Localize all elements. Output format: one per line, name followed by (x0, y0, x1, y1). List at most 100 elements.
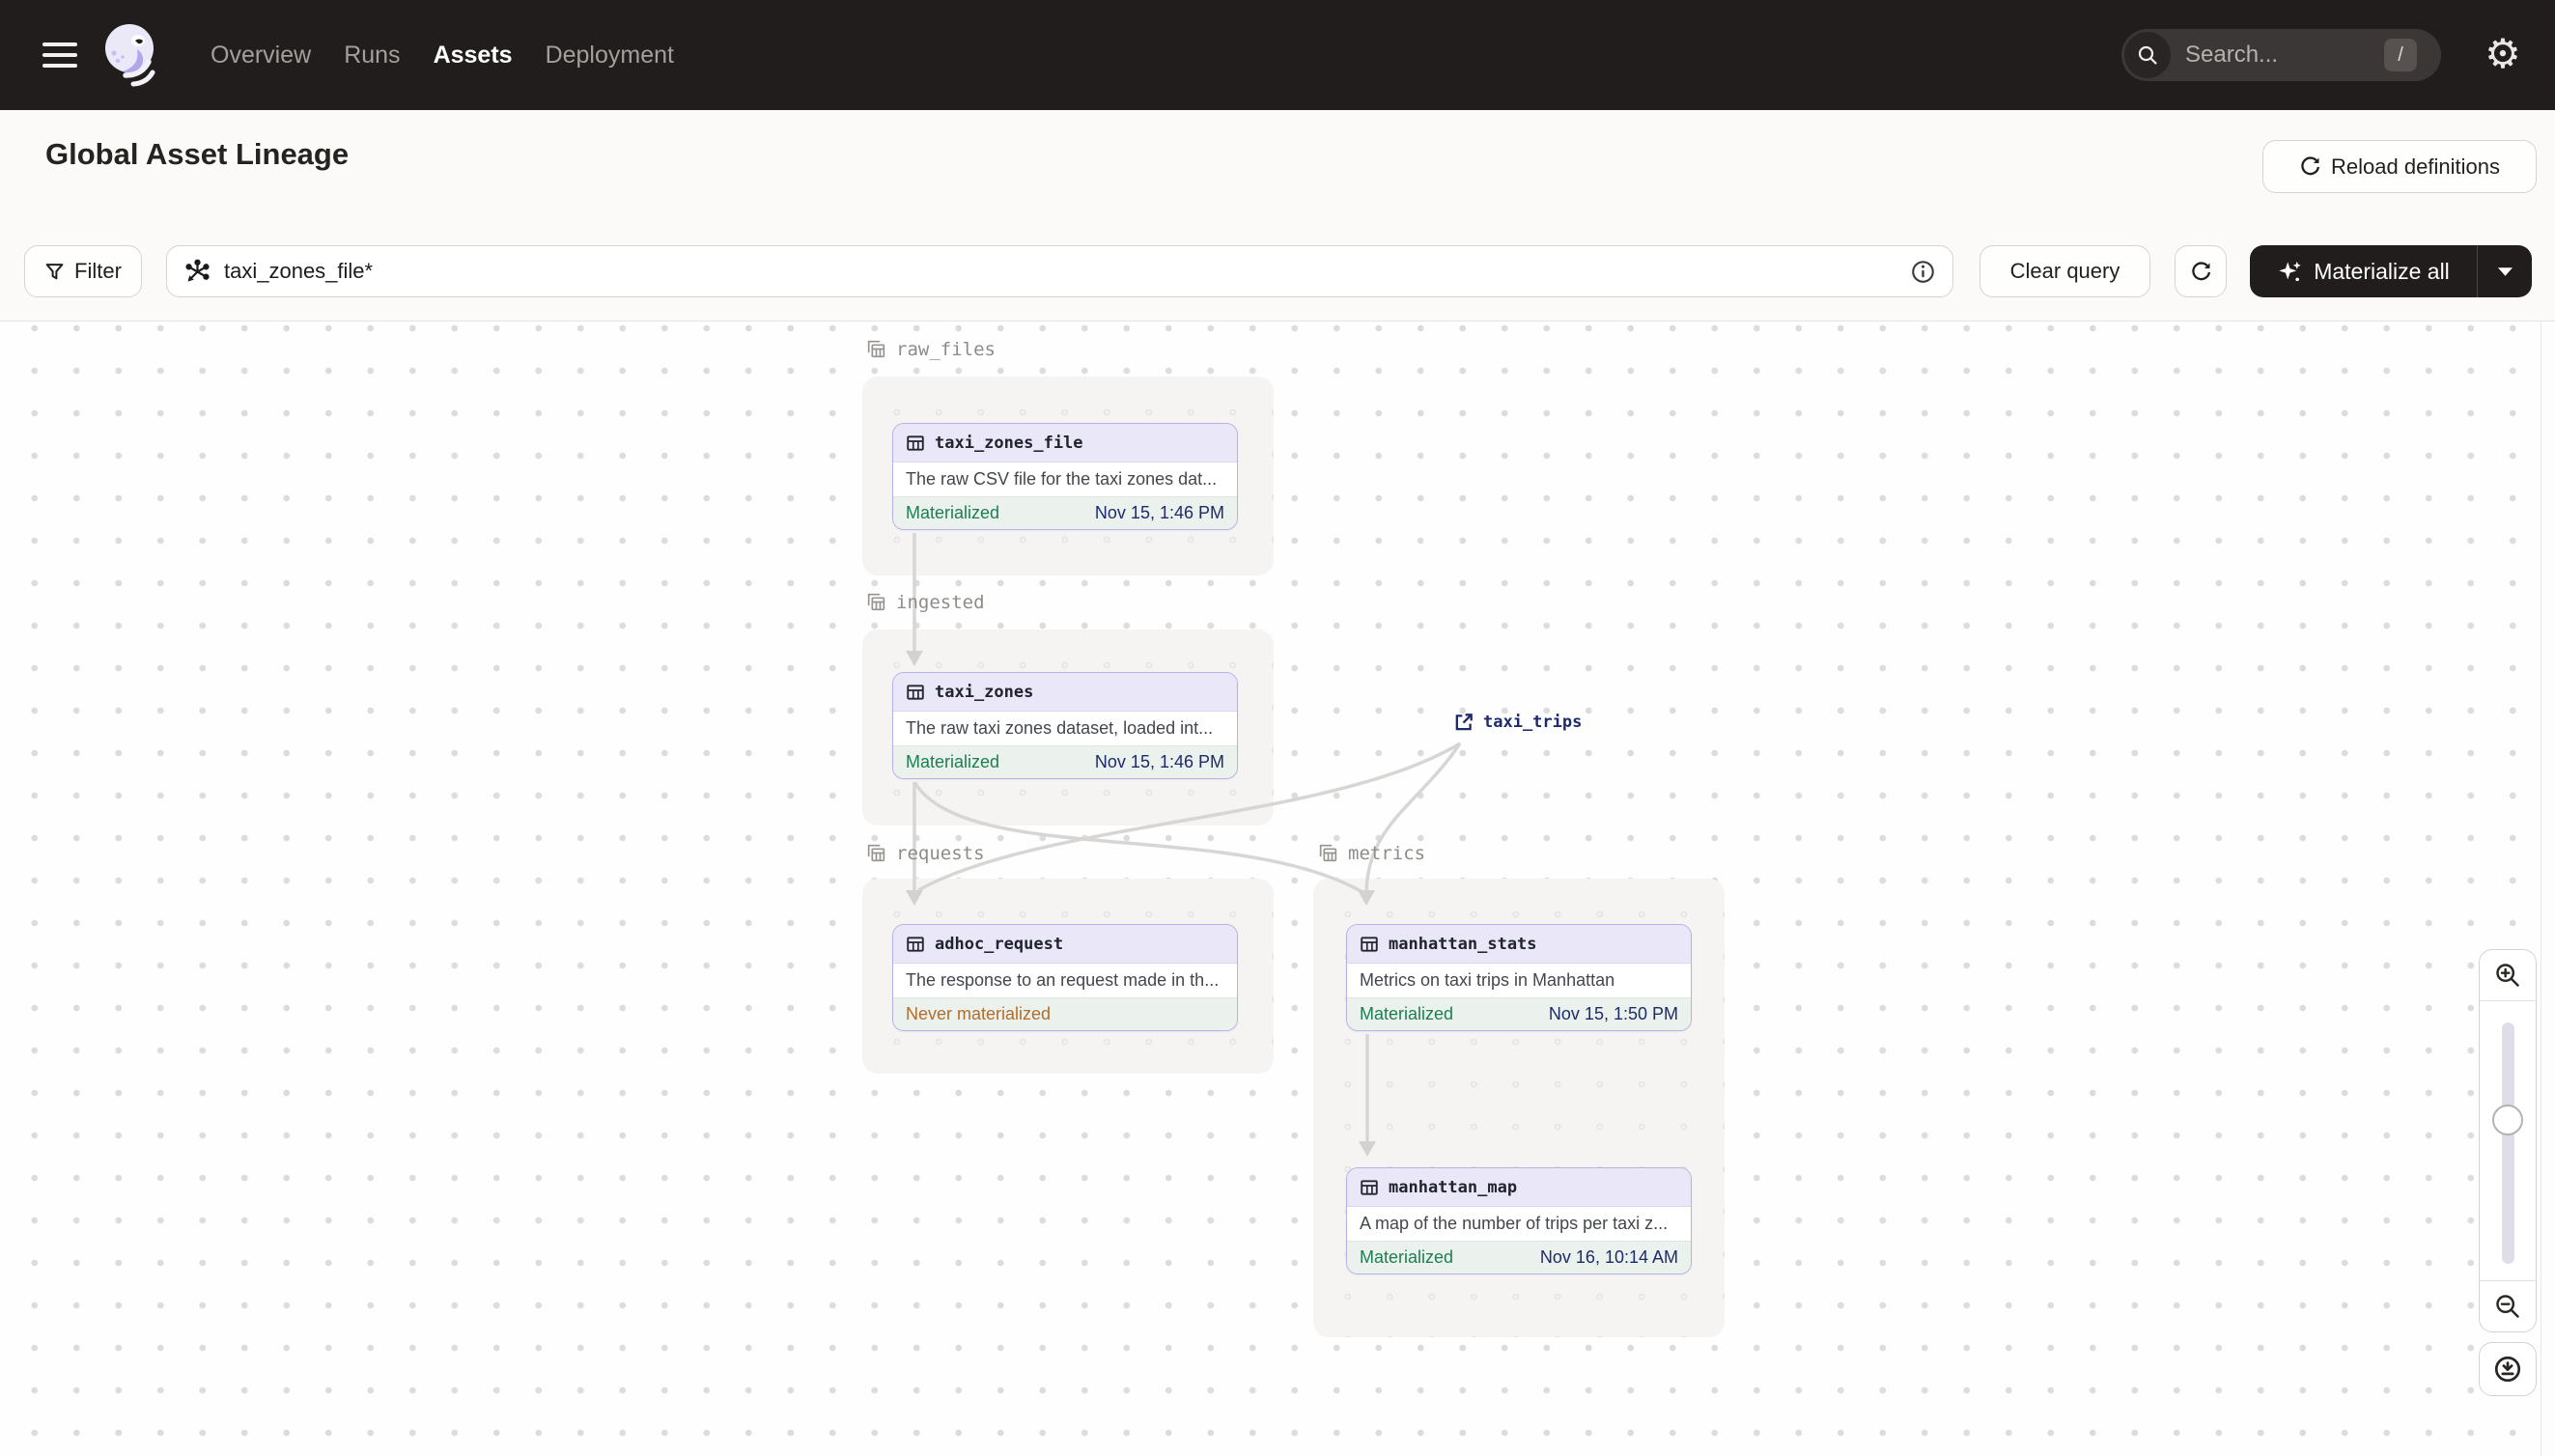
clear-query-button[interactable]: Clear query (1979, 245, 2150, 297)
filter-button-label: Filter (74, 259, 122, 283)
refresh-graph-button[interactable] (2175, 245, 2227, 297)
search-bar[interactable]: / (2121, 29, 2441, 81)
external-asset-taxi-trips[interactable]: taxi_trips (1453, 712, 1582, 733)
nav-deployment[interactable]: Deployment (546, 42, 674, 70)
zoom-slider-track[interactable] (2492, 1022, 2523, 1264)
asset-status: Materialized (906, 503, 1000, 522)
asset-status-bar: Materialized Nov 15, 1:50 PM (1347, 997, 1691, 1030)
asset-name: taxi_zones_file (935, 433, 1083, 453)
asset-group-icon (867, 340, 885, 358)
asset-group-icon (1319, 844, 1337, 862)
table-icon (907, 684, 924, 700)
asset-timestamp: Nov 16, 10:14 AM (1539, 1247, 1678, 1267)
chevron-down-icon (2497, 266, 2513, 276)
sparkle-icon (2279, 261, 2302, 281)
asset-query-input[interactable] (222, 258, 1899, 285)
asset-status-bar: Materialized Nov 15, 1:46 PM (893, 496, 1237, 529)
asset-status: Never materialized (906, 1004, 1052, 1023)
asset-query-input-box[interactable] (166, 245, 1953, 297)
zoom-in-button[interactable] (2480, 950, 2536, 1001)
asset-description: The raw CSV file for the taxi zones dat.… (893, 462, 1237, 496)
asset-group-icon (867, 844, 885, 862)
asset-node-adhoc-request[interactable]: adhoc_request The response to an request… (892, 924, 1238, 1031)
menu-icon[interactable] (42, 37, 79, 73)
asset-status: Materialized (1360, 1004, 1454, 1023)
reload-definitions-label: Reload definitions (2331, 154, 2500, 179)
table-icon (1361, 936, 1378, 952)
table-icon (907, 434, 924, 451)
materialize-all-button[interactable]: Materialize all (2250, 245, 2532, 297)
asset-status: Materialized (1360, 1247, 1454, 1267)
asset-node-header: taxi_zones_file (893, 424, 1237, 462)
asset-group-icon (867, 593, 885, 611)
asset-node-taxi-zones-file[interactable]: taxi_zones_file The raw CSV file for the… (892, 423, 1238, 530)
table-icon (907, 936, 924, 952)
vertical-scrollbar[interactable] (2541, 322, 2555, 1456)
top-navigation-bar: Overview Runs Assets Deployment / ⚙ (0, 0, 2555, 110)
lineage-toolbar: Filter Clear query (0, 224, 2555, 322)
materialize-options-caret[interactable] (2477, 245, 2532, 297)
asset-node-taxi-zones[interactable]: taxi_zones The raw taxi zones dataset, l… (892, 672, 1238, 779)
download-view-button[interactable] (2479, 1342, 2537, 1396)
page-header: Global Asset Lineage Reload definitions (0, 110, 2555, 224)
lineage-graph-canvas[interactable]: raw_files ingested requests metrics taxi… (0, 322, 2555, 1456)
lineage-edges (906, 533, 1462, 1157)
nav-assets[interactable]: Assets (434, 42, 513, 70)
asset-name: adhoc_request (935, 934, 1064, 954)
asset-status-bar: Never materialized (893, 997, 1237, 1030)
table-icon (1361, 1179, 1378, 1195)
asset-description: A map of the number of trips per taxi z.… (1347, 1207, 1691, 1241)
settings-gear-icon[interactable]: ⚙ (2478, 29, 2528, 79)
refresh-icon (2191, 261, 2210, 280)
page-title: Global Asset Lineage (45, 137, 350, 171)
external-link-icon (1455, 714, 1473, 731)
asset-name: taxi_zones (935, 682, 1034, 702)
group-label-metrics[interactable]: metrics (1317, 842, 1425, 864)
group-name: ingested (896, 591, 985, 613)
asset-node-manhattan-stats[interactable]: manhattan_stats Metrics on taxi trips in… (1346, 924, 1692, 1031)
search-icon (2124, 32, 2171, 78)
group-name: metrics (1348, 842, 1426, 864)
group-name: requests (896, 842, 985, 864)
group-label-requests[interactable]: requests (865, 842, 985, 864)
asset-status-bar: Materialized Nov 15, 1:46 PM (893, 745, 1237, 778)
asset-timestamp: Nov 15, 1:46 PM (1094, 752, 1224, 771)
asset-name: manhattan_stats (1389, 934, 1537, 954)
download-circle-icon (2494, 1356, 2521, 1383)
reload-definitions-button[interactable]: Reload definitions (2262, 140, 2537, 193)
materialize-all-main[interactable]: Materialize all (2250, 245, 2477, 297)
query-info-icon[interactable] (1911, 260, 1935, 284)
asset-timestamp: Nov 15, 1:50 PM (1548, 1004, 1678, 1023)
zoom-in-icon (2496, 964, 2519, 987)
asset-node-manhattan-map[interactable]: manhattan_map A map of the number of tri… (1346, 1167, 1692, 1274)
group-name: raw_files (896, 338, 996, 360)
asset-node-header: manhattan_stats (1347, 925, 1691, 964)
group-label-ingested[interactable]: ingested (865, 591, 985, 613)
refresh-icon (2301, 156, 2320, 176)
dagster-logo (105, 24, 155, 87)
search-shortcut-badge: / (2384, 39, 2417, 71)
clear-query-label: Clear query (2009, 259, 2120, 283)
group-label-raw-files[interactable]: raw_files (865, 338, 996, 360)
external-asset-name: taxi_trips (1483, 713, 1583, 732)
asset-description: Metrics on taxi trips in Manhattan (1347, 964, 1691, 997)
nav-overview[interactable]: Overview (211, 42, 311, 70)
zoom-slider-handle[interactable] (2492, 1105, 2523, 1135)
asset-name: manhattan_map (1389, 1177, 1518, 1197)
asset-description: The raw taxi zones dataset, loaded int..… (893, 712, 1237, 745)
materialize-all-label: Materialize all (2314, 258, 2450, 284)
main-nav: Overview Runs Assets Deployment (211, 0, 674, 110)
filter-button[interactable]: Filter (24, 245, 142, 297)
asset-node-header: taxi_zones (893, 673, 1237, 712)
asset-description: The response to an request made in th... (893, 964, 1237, 997)
zoom-control-panel (2479, 949, 2537, 1332)
asset-timestamp: Nov 15, 1:46 PM (1094, 503, 1224, 522)
filter-funnel-icon (45, 263, 64, 279)
asset-status: Materialized (906, 752, 1000, 771)
zoom-out-icon (2496, 1295, 2519, 1318)
search-input[interactable] (2183, 29, 2362, 81)
zoom-out-button[interactable] (2480, 1280, 2536, 1331)
nav-runs[interactable]: Runs (344, 42, 400, 70)
asset-status-bar: Materialized Nov 16, 10:14 AM (1347, 1241, 1691, 1274)
asset-selection-icon (185, 259, 210, 281)
